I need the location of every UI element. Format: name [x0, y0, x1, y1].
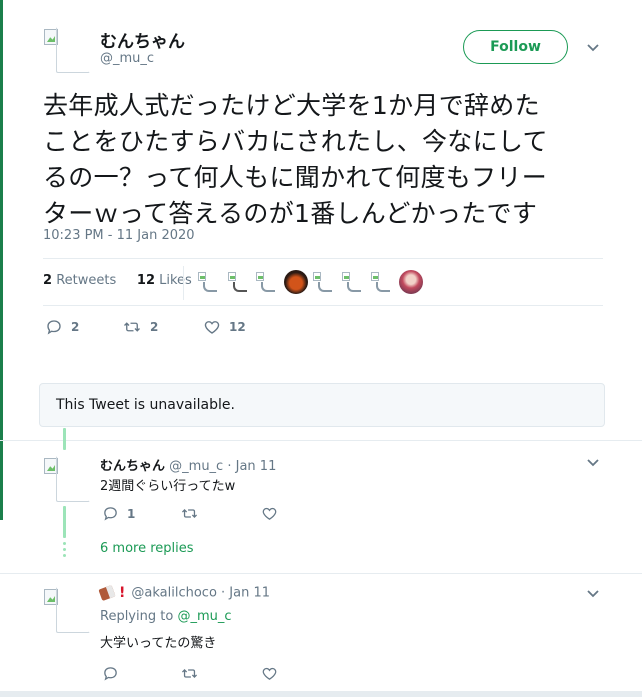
- thread-dot: [63, 548, 66, 551]
- liker-avatar[interactable]: [370, 270, 394, 294]
- author-handle[interactable]: @_mu_c: [100, 51, 154, 66]
- reply-text: 2週間ぐらい行ってたw: [100, 479, 236, 494]
- reply-header: むんちゃん @_mu_c · Jan 11: [100, 455, 276, 474]
- liker-avatar[interactable]: [312, 270, 336, 294]
- thread-connector: [63, 428, 66, 450]
- retweet-action[interactable]: 2: [122, 318, 158, 336]
- bottom-border: [0, 691, 642, 697]
- replying-to-label: Replying to: [100, 609, 174, 624]
- tweet-timestamp[interactable]: 10:23 PM - 11 Jan 2020: [43, 228, 195, 243]
- tweet-text-line: ことをひたすらバカにされたし、今なにして: [43, 127, 548, 156]
- divider: [43, 305, 603, 306]
- exclamation-emoji: !: [119, 585, 126, 601]
- tweet-stats: 2 Retweets 12 Likes: [43, 273, 192, 288]
- divider: [43, 258, 603, 259]
- author-avatar[interactable]: [42, 27, 90, 75]
- tweet-text-line: 去年成人式だったけど大学を1か月で辞めた: [43, 91, 540, 120]
- thread-connector: [63, 506, 66, 538]
- left-edge-bar: [0, 0, 3, 520]
- reply-action[interactable]: 2: [45, 318, 79, 336]
- more-replies-link[interactable]: 6 more replies: [100, 541, 194, 556]
- reply-date[interactable]: · Jan 11: [227, 459, 276, 474]
- liker-avatar[interactable]: [399, 270, 423, 294]
- divider: [0, 440, 642, 441]
- reply-avatar[interactable]: [42, 456, 90, 504]
- replying-to-handle[interactable]: @_mu_c: [177, 609, 231, 624]
- liker-avatar[interactable]: [284, 270, 308, 294]
- liker-avatar[interactable]: [227, 270, 251, 294]
- reply-author-handle[interactable]: @_mu_c: [169, 459, 223, 474]
- heart-icon: [262, 667, 277, 680]
- reply-author-handle[interactable]: @akalilchoco: [131, 586, 217, 601]
- reply-icon: [104, 667, 117, 681]
- thread-dot: [63, 554, 66, 557]
- divider: [0, 573, 642, 574]
- tweet-text: 去年成人式だったけど大学を1か月で辞めた ことをひたすらバカにされたし、今なにし…: [43, 88, 603, 232]
- reply-text: 大学いってたの驚き: [100, 636, 217, 651]
- chocolate-emoji: [98, 584, 116, 602]
- reply-header: ! @akalilchoco · Jan 11: [98, 584, 270, 602]
- reply-action[interactable]: 1: [102, 505, 135, 522]
- replying-to-line: Replying to @_mu_c: [100, 609, 232, 624]
- reply-icon: [104, 507, 117, 521]
- liker-avatar[interactable]: [197, 270, 221, 294]
- reply-avatar[interactable]: [42, 587, 90, 635]
- heart-icon: [262, 507, 277, 520]
- unavailable-tweet-notice: This Tweet is unavailable.: [39, 383, 605, 427]
- reply-action[interactable]: [102, 665, 119, 682]
- chevron-down-icon[interactable]: [587, 589, 599, 601]
- like-action[interactable]: [261, 505, 278, 522]
- retweet-action[interactable]: [180, 505, 199, 522]
- follow-button[interactable]: Follow: [463, 30, 568, 64]
- tweet-text-line: るの一？って何人もに聞かれて何度もフリー: [43, 163, 548, 192]
- stats-separator: [183, 266, 184, 300]
- chevron-down-icon[interactable]: [587, 43, 599, 55]
- heart-icon: [204, 321, 220, 334]
- reply-icon: [47, 320, 61, 335]
- tweet-text-line: ターｗって答えるのが1番しんどかったです: [43, 199, 538, 228]
- retweet-icon: [124, 322, 140, 332]
- thread-dot: [63, 542, 66, 545]
- retweets-stat[interactable]: 2 Retweets: [43, 273, 116, 288]
- like-action[interactable]: 12: [203, 318, 246, 336]
- author-name[interactable]: むんちゃん: [100, 27, 185, 52]
- reply-date[interactable]: · Jan 11: [221, 586, 270, 601]
- like-action[interactable]: [261, 665, 278, 682]
- liker-avatar[interactable]: [255, 270, 279, 294]
- liker-avatar[interactable]: [341, 270, 365, 294]
- reply-author-name[interactable]: むんちゃん: [100, 459, 165, 474]
- chevron-down-icon[interactable]: [587, 458, 599, 470]
- retweet-action[interactable]: [180, 665, 199, 682]
- retweet-icon: [181, 669, 198, 678]
- retweet-icon: [181, 509, 198, 518]
